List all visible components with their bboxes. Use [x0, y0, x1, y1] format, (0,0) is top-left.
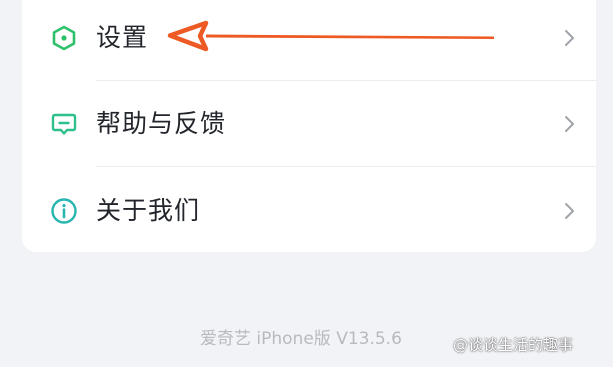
- menu-item-label: 帮助与反馈: [96, 109, 227, 138]
- app-version-text: 爱奇艺 iPhone版 V13.5.6: [200, 329, 402, 349]
- chevron-right-icon: [565, 116, 574, 132]
- menu-item-about-us[interactable]: 关于我们: [22, 168, 596, 252]
- orange-arrow-annotation: [167, 20, 494, 52]
- chevron-right-icon: [565, 30, 574, 46]
- info-icon: [51, 198, 77, 224]
- divider: [96, 80, 596, 81]
- menu-item-label: 设置: [96, 23, 149, 52]
- watermark: @谈谈生活的趣事: [453, 336, 574, 354]
- settings-hexagon-icon: [52, 25, 76, 51]
- chevron-right-icon: [565, 203, 574, 219]
- menu-item-help-feedback[interactable]: 帮助与反馈: [22, 82, 596, 166]
- menu-item-label: 关于我们: [96, 196, 201, 225]
- divider: [96, 166, 596, 167]
- feedback-chat-icon: [51, 113, 77, 135]
